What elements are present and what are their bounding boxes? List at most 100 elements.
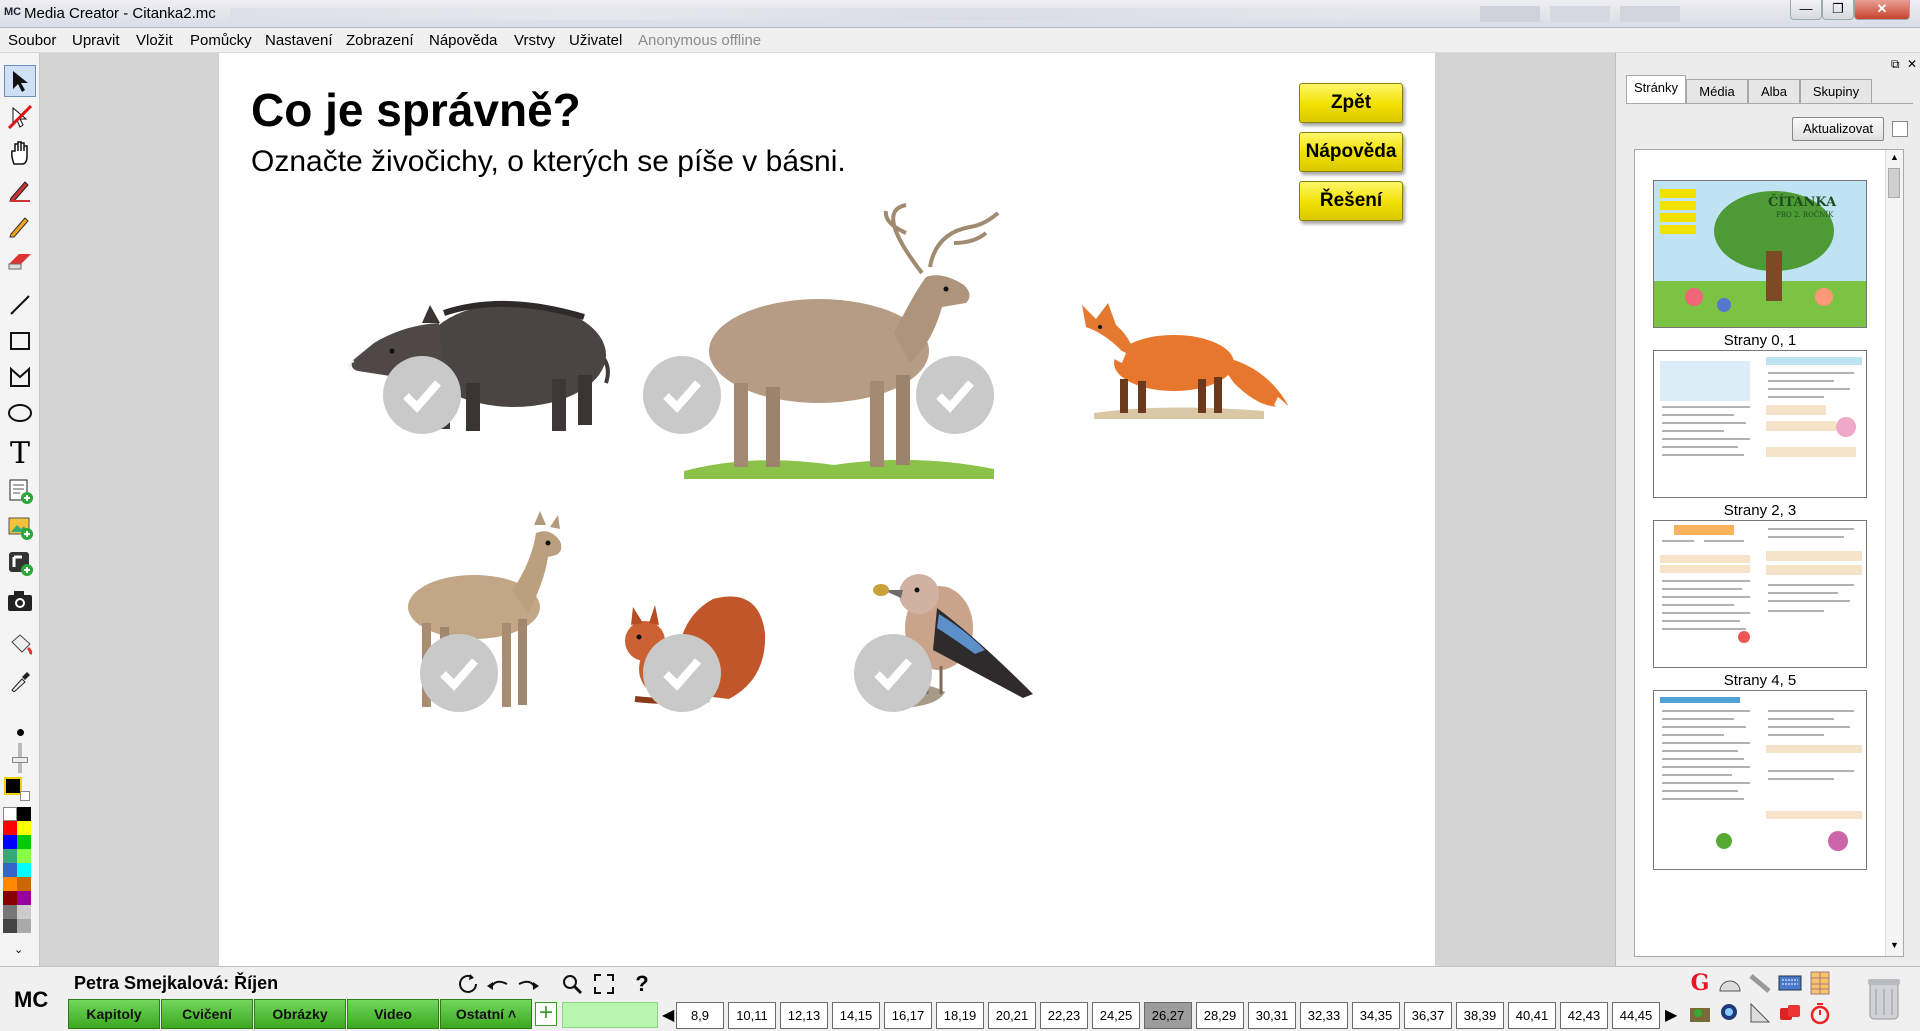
page-button[interactable]: 18,19 xyxy=(936,1002,984,1029)
color-swatch[interactable] xyxy=(3,905,17,919)
dice-icon[interactable] xyxy=(1778,1001,1802,1025)
polygon-icon[interactable] xyxy=(4,361,36,393)
trash-icon[interactable] xyxy=(1864,975,1904,1023)
tab-skupiny[interactable]: Skupiny xyxy=(1800,79,1872,103)
hand-icon[interactable] xyxy=(4,137,36,169)
color-swatch[interactable] xyxy=(17,835,31,849)
page-button[interactable]: 44,45 xyxy=(1612,1002,1660,1029)
rectangle-icon[interactable] xyxy=(4,325,36,357)
wild-boar-image[interactable] xyxy=(344,283,624,443)
color-swatch[interactable] xyxy=(3,919,17,933)
page-button[interactable]: 30,31 xyxy=(1248,1002,1296,1029)
google-search-icon[interactable]: G xyxy=(1688,970,1712,996)
page-thumbnail-list[interactable]: ČÍTANKA PRO 2. ROČNÍK Strany 0, 1 Strany… xyxy=(1634,149,1904,957)
color-swatch[interactable] xyxy=(17,877,31,891)
pen-icon[interactable] xyxy=(4,173,36,205)
page-button[interactable]: 8,9 xyxy=(676,1002,724,1029)
add-image-icon[interactable] xyxy=(4,511,36,543)
page-thumbnail-6-7[interactable] xyxy=(1653,690,1867,870)
page-thumbnail-4-5[interactable] xyxy=(1653,520,1867,668)
secondary-color-swatch[interactable] xyxy=(20,791,30,801)
color-swatch[interactable] xyxy=(17,821,31,835)
add-note-icon[interactable] xyxy=(4,475,36,507)
close-panel-icon[interactable]: ✕ xyxy=(1907,57,1917,71)
color-swatch[interactable] xyxy=(3,835,17,849)
tab-stranky[interactable]: Stránky xyxy=(1626,75,1686,104)
page-button[interactable]: 36,37 xyxy=(1404,1002,1452,1029)
marker-icon[interactable] xyxy=(4,209,36,241)
answer-checkmark-toggle[interactable] xyxy=(643,356,721,434)
answer-checkmark-toggle[interactable] xyxy=(916,356,994,434)
refresh-button[interactable]: Aktualizovat xyxy=(1792,117,1884,141)
page-thumbnail-0-1[interactable]: ČÍTANKA PRO 2. ROČNÍK xyxy=(1653,180,1867,328)
page-search-field[interactable] xyxy=(562,1002,658,1028)
prev-page-arrow-icon[interactable]: ◀ xyxy=(662,1005,674,1025)
menu-upravit[interactable]: Upravit xyxy=(72,32,120,49)
answer-checkmark-toggle[interactable] xyxy=(854,634,932,712)
color-swatch[interactable] xyxy=(3,877,17,891)
ruler-icon[interactable] xyxy=(1748,971,1772,995)
menu-uzivatel[interactable]: Uživatel xyxy=(569,32,622,49)
thumbnail-scrollbar[interactable]: ▲ ▼ xyxy=(1885,150,1903,956)
color-swatch[interactable] xyxy=(17,849,31,863)
menu-vrstvy[interactable]: Vrstvy xyxy=(514,32,555,49)
tab-media[interactable]: Média xyxy=(1686,79,1748,103)
line-icon[interactable] xyxy=(4,289,36,321)
tab-obrazky[interactable]: Obrázky xyxy=(254,999,346,1029)
zoom-icon[interactable] xyxy=(558,970,586,998)
menu-napoveda[interactable]: Nápověda xyxy=(429,32,497,49)
select-arrow-icon[interactable] xyxy=(4,65,36,97)
help-button[interactable]: Nápověda xyxy=(1299,132,1403,172)
color-swatch[interactable] xyxy=(3,849,17,863)
camera-icon[interactable] xyxy=(4,585,36,617)
no-select-icon[interactable] xyxy=(4,101,36,133)
text-tool-icon[interactable]: T xyxy=(4,436,36,471)
page-button-current[interactable]: 26,27 xyxy=(1144,1002,1192,1029)
eraser-icon[interactable] xyxy=(4,245,36,277)
page-button[interactable]: 14,15 xyxy=(832,1002,880,1029)
page-button[interactable]: 28,29 xyxy=(1196,1002,1244,1029)
page-button[interactable]: 42,43 xyxy=(1560,1002,1608,1029)
table-grid-icon[interactable] xyxy=(1808,971,1832,995)
tab-cviceni[interactable]: Cvičení xyxy=(161,999,253,1029)
stopwatch-icon[interactable] xyxy=(1808,1001,1832,1025)
tab-alba[interactable]: Alba xyxy=(1748,79,1800,103)
menu-vlozit[interactable]: Vložit xyxy=(136,32,173,49)
maximize-button[interactable]: ❐ xyxy=(1822,0,1854,20)
magnifier-globe-icon[interactable] xyxy=(1718,1001,1742,1025)
redo-icon[interactable] xyxy=(514,970,542,998)
page-button[interactable]: 38,39 xyxy=(1456,1002,1504,1029)
color-swatch[interactable] xyxy=(17,919,31,933)
answer-checkmark-toggle[interactable] xyxy=(643,634,721,712)
auto-refresh-checkbox[interactable] xyxy=(1892,121,1908,137)
scroll-thumb[interactable] xyxy=(1888,168,1900,198)
fox-image[interactable] xyxy=(1064,293,1294,423)
help-icon[interactable]: ? xyxy=(628,970,656,998)
close-button[interactable]: ✕ xyxy=(1854,0,1910,20)
menu-nastaveni[interactable]: Nastavení xyxy=(265,32,333,49)
fill-bucket-icon[interactable] xyxy=(4,628,36,660)
page-button[interactable]: 12,13 xyxy=(780,1002,828,1029)
scroll-down-arrow-icon[interactable]: ▼ xyxy=(1890,940,1899,950)
brush-size-dot-icon[interactable] xyxy=(17,729,24,736)
color-swatch[interactable] xyxy=(3,863,17,877)
red-deer-stag-image[interactable] xyxy=(674,203,1004,483)
protractor-icon[interactable] xyxy=(1718,971,1742,995)
color-swatch[interactable] xyxy=(17,905,31,919)
page-button[interactable]: 10,11 xyxy=(728,1002,776,1029)
color-swatch[interactable] xyxy=(17,807,31,821)
solution-button[interactable]: Řešení xyxy=(1299,181,1403,221)
menu-pomucky[interactable]: Pomůcky xyxy=(190,32,252,49)
minimize-button[interactable]: — xyxy=(1790,0,1822,20)
undock-panel-icon[interactable]: ⧉ xyxy=(1891,57,1900,72)
menu-soubor[interactable]: Soubor xyxy=(8,32,56,49)
brush-size-thumb[interactable] xyxy=(12,757,28,763)
tools-box-icon[interactable] xyxy=(1688,1001,1712,1025)
scroll-up-arrow-icon[interactable]: ▲ xyxy=(1890,152,1899,162)
page-button[interactable]: 40,41 xyxy=(1508,1002,1556,1029)
expand-palette-icon[interactable]: ⌄ xyxy=(14,943,23,956)
page-button[interactable]: 24,25 xyxy=(1092,1002,1140,1029)
set-square-icon[interactable] xyxy=(1748,1001,1772,1025)
eyedropper-icon[interactable] xyxy=(4,664,36,696)
answer-checkmark-toggle[interactable] xyxy=(420,634,498,712)
